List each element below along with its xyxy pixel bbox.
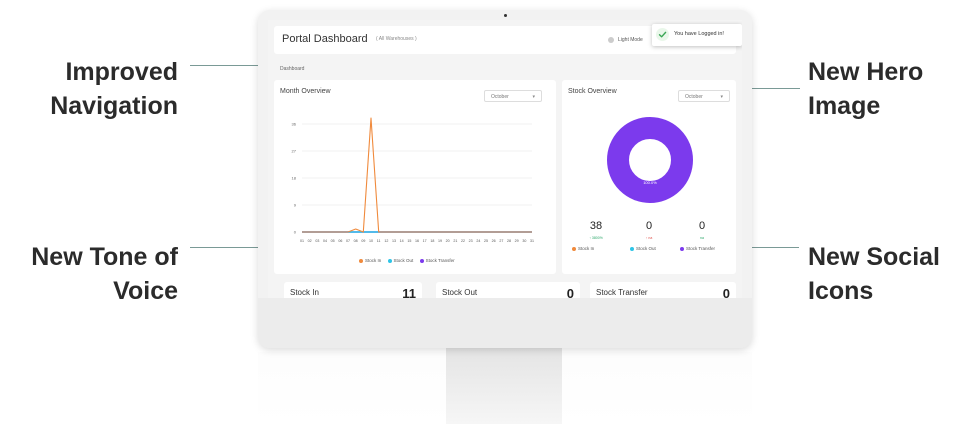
x-tick-label: 07: [346, 239, 350, 243]
callout-new-tone-of-voice: New Tone of Voice: [6, 240, 178, 308]
x-tick-label: 20: [446, 239, 450, 243]
x-tick-label: 31: [530, 239, 534, 243]
stock-in-legend-dot: [359, 258, 363, 263]
breadcrumb[interactable]: Dashboard: [280, 66, 304, 72]
stock-donut-chart: [607, 117, 693, 203]
x-tick-label: 10: [369, 239, 373, 243]
x-tick-label: 12: [384, 239, 388, 243]
stock-transfer-legend-dot: [419, 258, 424, 263]
stat-stock-transfer-change: na: [700, 236, 704, 240]
light-mode-icon[interactable]: [608, 37, 614, 43]
legend-stock-in: Stock In: [365, 258, 382, 263]
stock-out-card[interactable]: Stock Out 0: [436, 282, 580, 298]
stock-overview-card: Stock Overview October ▾ 100.0% 38 0 0 ↑…: [562, 80, 736, 274]
light-mode-toggle[interactable]: Light Mode: [618, 37, 643, 43]
camera-icon: [504, 14, 507, 17]
callout-line-1: New Tone of: [31, 243, 178, 271]
x-tick-label: 01: [300, 239, 304, 243]
x-tick-label: 21: [453, 239, 457, 243]
stat-stock-in-change: ↑ 3800%: [589, 236, 603, 240]
x-tick-label: 09: [361, 239, 365, 243]
donut-label: 100.0%: [643, 180, 657, 185]
stat-label-stock-out: Stock Out: [630, 246, 656, 251]
stat-stock-in-value: 38: [589, 220, 603, 232]
x-tick-label: 23: [469, 239, 473, 243]
callout-line-1: New Social: [808, 243, 940, 271]
x-tick-label: 27: [499, 239, 503, 243]
x-tick-label: 26: [492, 239, 496, 243]
stat-stock-out-change: ↑ na: [645, 236, 653, 240]
monitor-chin: [258, 298, 752, 348]
x-tick-label: 25: [484, 239, 488, 243]
x-tick-label: 29: [515, 239, 519, 243]
monitor-stand: [446, 348, 562, 424]
callout-line-1: New Hero: [808, 58, 924, 86]
stock-in-card[interactable]: Stock In 11: [284, 282, 422, 298]
stat-stock-transfer-value: 0: [698, 220, 706, 232]
stat-label-text: Stock Out: [636, 246, 656, 251]
stock-out-card-title: Stock Out: [442, 288, 478, 297]
x-tick-label: 15: [407, 239, 411, 243]
x-tick-label: 16: [415, 239, 419, 243]
callout-line-2: Voice: [113, 277, 178, 305]
month-overview-card: Month Overview October ▾ 0 9 18 27 36 01 02 03 0…: [274, 80, 556, 274]
stat-label-stock-in: Stock In: [572, 246, 594, 251]
x-tick-label: 24: [476, 239, 480, 243]
x-tick-label: 17: [423, 239, 427, 243]
x-tick-label: 30: [522, 239, 526, 243]
stock-out-dot: [630, 246, 634, 251]
series-line-stock-in: [302, 117, 532, 233]
stock-overview-title: Stock Overview: [568, 88, 617, 95]
stat-label-stock-transfer: Stock Transfer: [680, 246, 715, 251]
x-tick-label: 14: [400, 239, 404, 243]
stock-transfer-card-title: Stock Transfer: [596, 288, 648, 297]
legend-stock-out: Stock Out: [393, 258, 414, 263]
legend-stock-transfer: Stock Transfer: [425, 258, 455, 263]
stat-label-text: Stock Transfer: [686, 246, 716, 251]
stat-label-text: Stock In: [578, 246, 595, 251]
stock-out-card-value: 0: [566, 286, 574, 298]
dashboard-screen: Portal Dashboard ( All Warehouses ) Ligh…: [268, 20, 742, 298]
month-overview-chart: 0918273601 02 03 04 05 06 07 08 09 10 11 12 13 14 15 16…: [292, 117, 534, 243]
callout-line-2: Navigation: [50, 92, 178, 120]
stock-transfer-card[interactable]: Stock Transfer 0: [590, 282, 736, 298]
x-tick-label: 18: [430, 239, 434, 243]
callout-new-social-icons: New Social Icons: [808, 240, 953, 308]
x-tick-label: 22: [461, 239, 465, 243]
login-toast: You have Logged in!: [652, 24, 742, 46]
x-tick-label: 19: [438, 239, 442, 243]
x-tick-label: 28: [507, 239, 511, 243]
x-tick-label: 11: [377, 239, 381, 243]
x-tick-label: 03: [315, 239, 319, 243]
x-tick-label: 05: [331, 239, 335, 243]
x-tick-label: 13: [392, 239, 396, 243]
check-icon: [656, 28, 669, 41]
stock-out-legend-dot: [387, 258, 392, 263]
y-tick-label: 27: [292, 149, 297, 154]
stock-in-dot: [572, 246, 576, 251]
y-tick-label: 36: [292, 122, 297, 127]
x-tick-label: 08: [354, 239, 358, 243]
callout-new-hero-image: New Hero Image: [808, 55, 948, 123]
callout-line-2: Icons: [808, 277, 874, 305]
warehouse-filter[interactable]: ( All Warehouses ): [376, 36, 417, 42]
stock-in-card-title: Stock In: [290, 288, 319, 297]
x-tick-label: 06: [338, 239, 342, 243]
y-tick-label: 0: [294, 230, 297, 235]
callout-improved-navigation: Improved Navigation: [20, 55, 178, 123]
stock-transfer-dot: [680, 246, 684, 251]
page-title: Portal Dashboard: [282, 33, 368, 45]
stat-stock-out-value: 0: [645, 220, 653, 232]
monitor: Portal Dashboard ( All Warehouses ) Ligh…: [258, 10, 752, 348]
y-tick-label: 9: [294, 203, 297, 208]
callout-line-1: Improved: [65, 58, 178, 86]
toast-message: You have Logged in!: [674, 31, 724, 37]
y-tick-label: 18: [292, 176, 297, 181]
chart-legend: Stock In Stock Out Stock Transfer: [354, 258, 455, 263]
x-tick-label: 02: [308, 239, 312, 243]
stock-transfer-card-value: 0: [722, 286, 730, 298]
x-tick-label: 04: [323, 239, 327, 243]
stock-in-card-value: 11: [402, 286, 416, 298]
callout-line-2: Image: [808, 92, 881, 120]
